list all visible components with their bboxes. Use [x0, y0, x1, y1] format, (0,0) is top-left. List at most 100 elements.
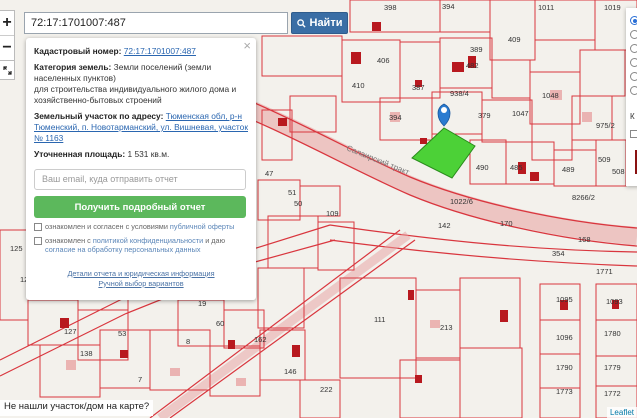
svg-text:7: 7: [138, 375, 142, 384]
purpose-text: для строительства индивидуального жилого…: [34, 84, 237, 105]
svg-text:111: 111: [374, 315, 385, 324]
fullscreen-button[interactable]: [0, 60, 15, 80]
svg-text:938/4: 938/4: [450, 89, 469, 98]
privacy-consent: ознакомлен с политикой конфиденциальност…: [34, 236, 248, 255]
svg-text:1773: 1773: [556, 387, 573, 396]
svg-text:138: 138: [80, 349, 93, 358]
expand-icon: [2, 65, 12, 75]
svg-text:508: 508: [612, 167, 625, 176]
svg-text:8: 8: [186, 337, 190, 346]
svg-text:1048: 1048: [542, 91, 559, 100]
svg-text:1011: 1011: [538, 3, 554, 12]
search-input[interactable]: [25, 13, 287, 33]
svg-text:1772: 1772: [604, 389, 621, 398]
cadastral-link[interactable]: 72:17:1701007:487: [124, 46, 196, 56]
zoom-control: + −: [0, 10, 15, 61]
personal-data-link[interactable]: согласие на обработку персональных данны…: [45, 245, 200, 254]
zoom-out-button[interactable]: −: [0, 36, 14, 60]
layer-checkbox[interactable]: [630, 130, 637, 138]
cadastral-row: Кадастровый номер: 72:17:1701007:487: [34, 46, 248, 57]
svg-text:975/2: 975/2: [596, 121, 615, 130]
offer-checkbox[interactable]: [34, 223, 42, 231]
svg-text:213: 213: [440, 323, 453, 332]
offer-consent-text: ознакомлен и согласен с условиями публич…: [45, 222, 235, 231]
area-value: 1 531 кв.м.: [127, 149, 170, 159]
layer-radio-4[interactable]: [630, 58, 637, 67]
svg-text:398: 398: [384, 3, 397, 12]
layer-radio-1[interactable]: [630, 16, 637, 25]
svg-text:19: 19: [198, 299, 206, 308]
svg-text:109: 109: [326, 209, 339, 218]
popup-footer-links: Детали отчета и юридическая информация Р…: [34, 269, 248, 289]
svg-text:47: 47: [265, 169, 273, 178]
svg-text:142: 142: [438, 221, 451, 230]
category-label: Категория земель:: [34, 62, 112, 72]
svg-text:389: 389: [470, 45, 483, 54]
address-label: Земельный участок по адресу:: [34, 111, 164, 121]
svg-text:406: 406: [377, 56, 390, 65]
svg-text:1095: 1095: [556, 295, 573, 304]
report-details-link[interactable]: Детали отчета и юридическая информация: [67, 269, 214, 278]
layer-radio-5[interactable]: [630, 72, 637, 81]
area-row: Уточненная площадь: 1 531 кв.м.: [34, 149, 248, 160]
svg-text:1096: 1096: [556, 333, 573, 342]
svg-text:127: 127: [64, 327, 77, 336]
public-offer-link[interactable]: публичной оферты: [170, 222, 234, 231]
privacy-checkbox[interactable]: [34, 236, 42, 245]
svg-text:51: 51: [288, 188, 296, 197]
svg-text:1790: 1790: [556, 363, 573, 372]
map-attribution: Leaflet: [606, 407, 637, 418]
layer-radio-6[interactable]: [630, 86, 637, 95]
close-icon[interactable]: ×: [243, 39, 251, 52]
svg-text:8266/2: 8266/2: [572, 193, 595, 202]
get-report-button[interactable]: Получить подробный отчет: [34, 196, 246, 218]
svg-text:170: 170: [500, 219, 513, 228]
svg-text:1022/6: 1022/6: [450, 197, 473, 206]
svg-text:379: 379: [478, 111, 491, 120]
cadastral-label: Кадастровый номер:: [34, 46, 122, 56]
offer-consent: ознакомлен и согласен с условиями публич…: [34, 222, 248, 232]
address-row: Земельный участок по адресу: Тюменская о…: [34, 111, 248, 144]
svg-text:53: 53: [118, 329, 126, 338]
svg-text:50: 50: [294, 199, 302, 208]
layer-radio-2[interactable]: [630, 30, 637, 39]
svg-text:489: 489: [562, 165, 575, 174]
leaflet-link[interactable]: Leaflet: [610, 408, 634, 417]
svg-text:222: 222: [320, 385, 333, 394]
svg-text:409: 409: [508, 35, 521, 44]
find-button[interactable]: Найти: [291, 12, 348, 34]
svg-text:490: 490: [476, 163, 489, 172]
layer-radio-3[interactable]: [630, 44, 637, 53]
svg-text:354: 354: [552, 249, 565, 258]
svg-text:387: 387: [412, 83, 425, 92]
category-row: Категория земель: Земли поселений (земли…: [34, 62, 248, 106]
privacy-policy-link[interactable]: политикой конфиденциальности: [93, 236, 203, 245]
svg-text:485: 485: [510, 163, 523, 172]
find-button-label: Найти: [309, 17, 343, 29]
search-icon: [296, 18, 306, 28]
svg-text:60: 60: [216, 319, 224, 328]
layers-panel: К: [626, 8, 637, 186]
svg-text:482: 482: [466, 61, 479, 70]
svg-text:1771: 1771: [596, 267, 613, 276]
svg-text:162: 162: [254, 335, 267, 344]
search-box: [24, 12, 288, 34]
area-label: Уточненная площадь:: [34, 149, 126, 159]
svg-text:125: 125: [10, 244, 23, 253]
privacy-consent-text: ознакомлен с политикой конфиденциальност…: [45, 235, 226, 255]
layer-label: К: [630, 112, 635, 121]
svg-text:1780: 1780: [604, 329, 621, 338]
svg-text:1093: 1093: [606, 297, 623, 306]
svg-text:1019: 1019: [604, 3, 621, 12]
svg-text:410: 410: [352, 81, 365, 90]
not-found-link[interactable]: Не нашли участок/дом на карте?: [0, 400, 154, 416]
svg-text:168: 168: [578, 235, 591, 244]
svg-text:509: 509: [598, 155, 611, 164]
parcel-info-popup: × Кадастровый номер: 72:17:1701007:487 К…: [26, 38, 256, 300]
email-field[interactable]: Ваш email, куда отправить отчет: [34, 169, 246, 190]
manual-selection-link[interactable]: Ручной выбор вариантов: [98, 279, 183, 288]
zoom-in-button[interactable]: +: [0, 11, 14, 36]
svg-text:146: 146: [284, 367, 297, 376]
svg-text:394: 394: [442, 2, 455, 11]
svg-text:394: 394: [389, 113, 402, 122]
